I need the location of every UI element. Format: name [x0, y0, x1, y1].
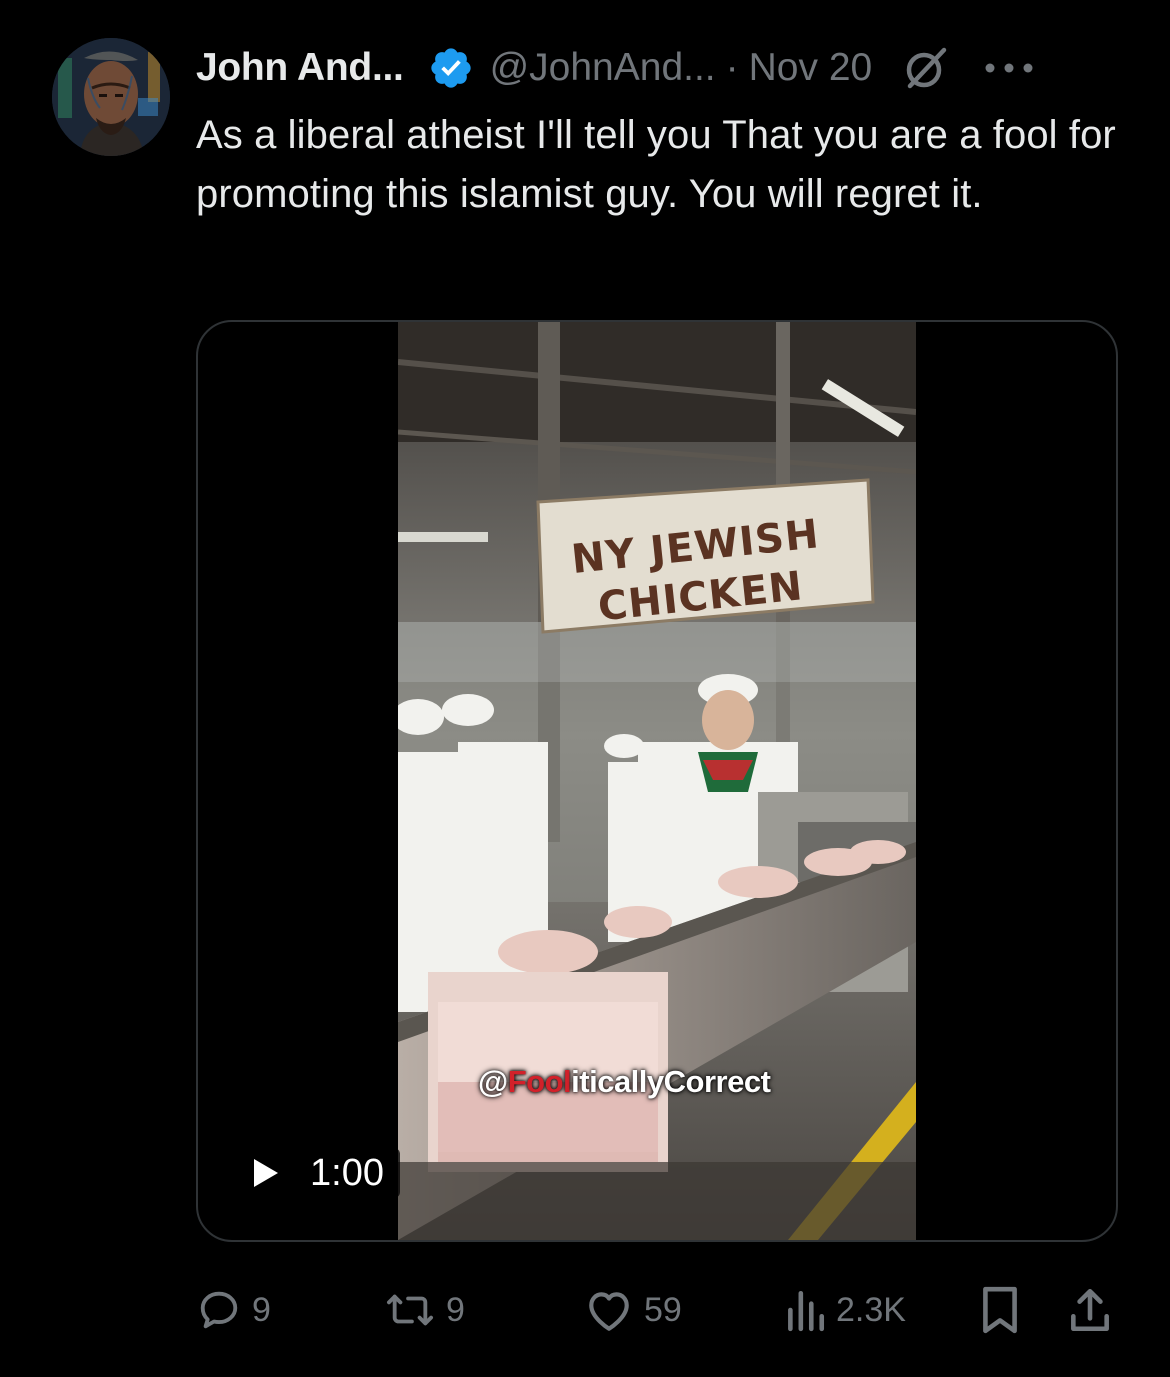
bookmark-button[interactable]: [978, 1282, 1022, 1338]
repost-icon: [386, 1294, 433, 1326]
tweet-date[interactable]: Nov 20: [749, 46, 873, 90]
separator-dot: ·: [725, 46, 739, 89]
reply-count: 9: [252, 1290, 271, 1329]
handle[interactable]: @JohnAnd...: [490, 46, 716, 90]
tweet-header: John And... @JohnAnd... · Nov 20: [196, 40, 1034, 96]
watermark-at: @: [478, 1064, 508, 1099]
avatar[interactable]: [52, 38, 170, 156]
more-options-icon[interactable]: [984, 58, 1034, 78]
video-duration-badge[interactable]: 1:00: [238, 1148, 400, 1198]
bookmark-icon: [983, 1286, 1017, 1334]
video-watermark: @FooliticallyCorrect: [478, 1064, 916, 1100]
action-bar: 9 9 59 2.3K: [196, 1282, 1120, 1338]
reply-button[interactable]: 9: [196, 1282, 271, 1338]
watermark-red: Fool: [507, 1064, 572, 1099]
grok-icon[interactable]: [902, 44, 950, 92]
factory-scene-image: [398, 322, 916, 1240]
play-icon[interactable]: [252, 1157, 280, 1189]
heart-icon: [589, 1292, 629, 1331]
video-thumbnail[interactable]: NY JEWISH CHICKEN @FooliticallyCorrect: [398, 322, 916, 1240]
views-button[interactable]: 2.3K: [784, 1282, 906, 1338]
repost-count: 9: [446, 1290, 465, 1329]
video-duration: 1:00: [310, 1151, 384, 1194]
tweet: John And... @JohnAnd... · Nov 20 As a li…: [0, 0, 1170, 1377]
like-count: 59: [644, 1290, 682, 1329]
reply-icon: [200, 1291, 238, 1329]
video-player[interactable]: NY JEWISH CHICKEN @FooliticallyCorrect 1…: [196, 320, 1118, 1242]
views-bar-chart-icon: [788, 1290, 825, 1332]
avatar-icon: [52, 38, 170, 156]
share-icon: [1071, 1288, 1109, 1332]
tweet-text: As a liberal atheist I'll tell you That …: [196, 113, 1116, 216]
share-button[interactable]: [1068, 1282, 1112, 1338]
verified-badge-icon[interactable]: [428, 45, 474, 91]
like-button[interactable]: 59: [584, 1282, 682, 1338]
views-count: 2.3K: [836, 1290, 906, 1329]
watermark-rest: iticallyCorrect: [571, 1064, 771, 1099]
display-name[interactable]: John And...: [196, 46, 404, 90]
repost-button[interactable]: 9: [384, 1282, 465, 1338]
